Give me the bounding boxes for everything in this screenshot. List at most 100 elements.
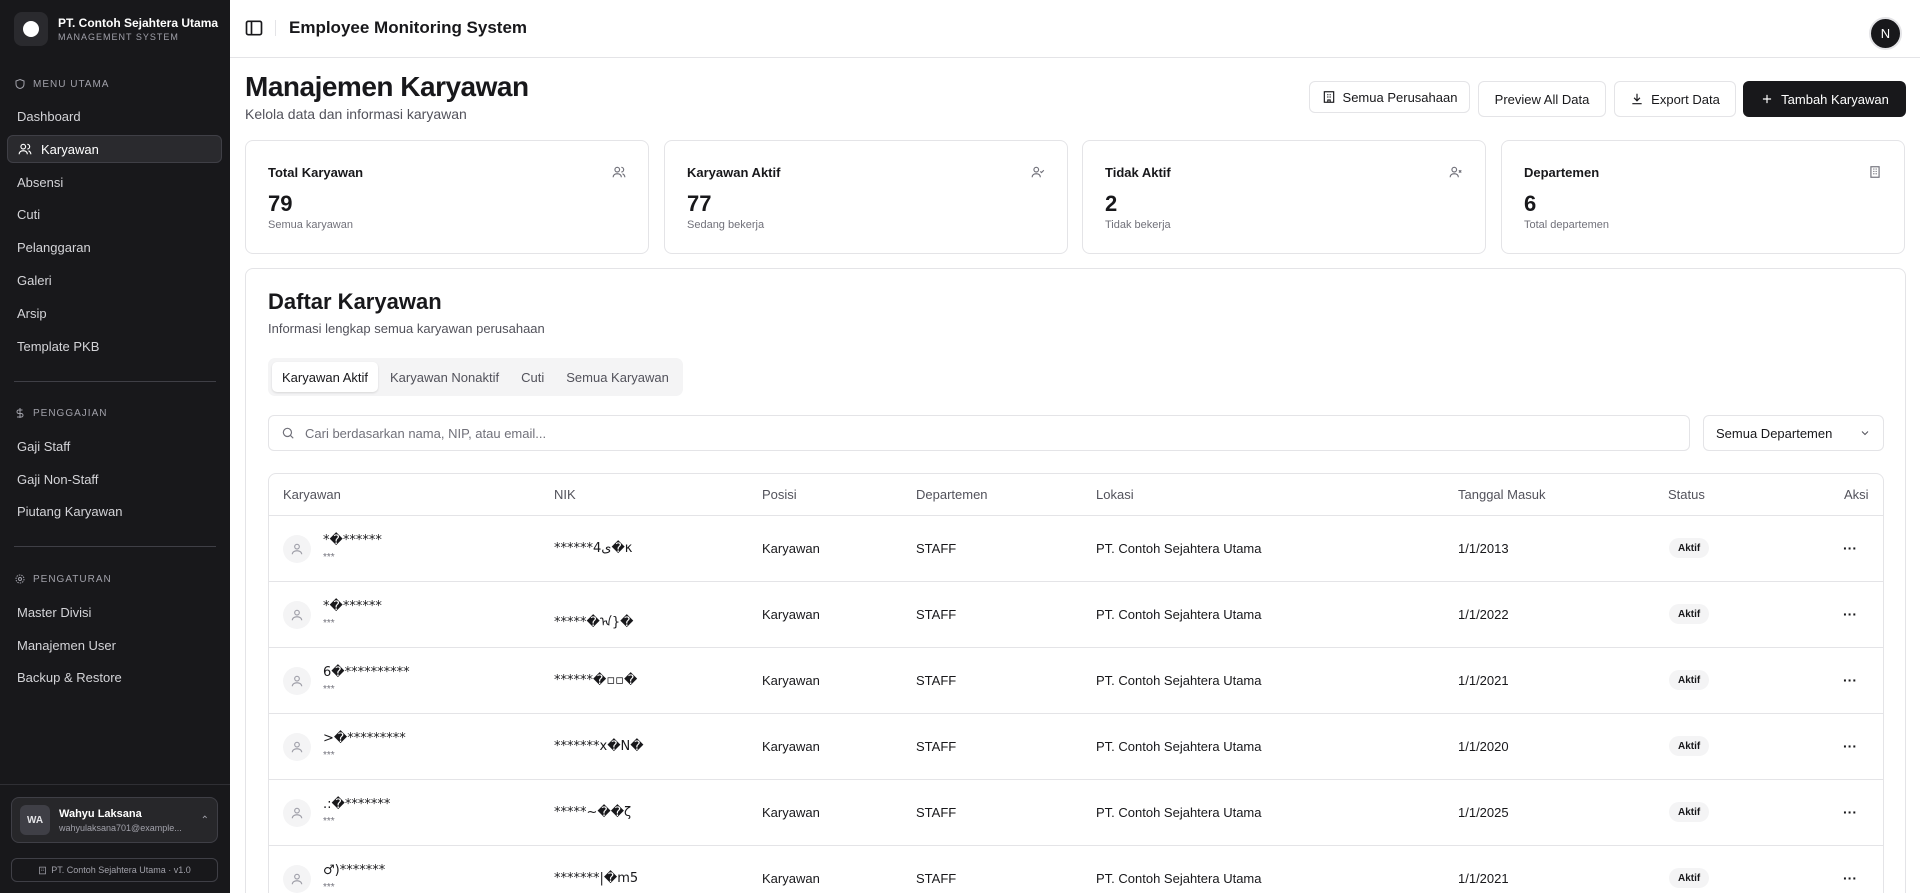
sidebar-item-piutang[interactable]: Piutang Karyawan [7, 497, 222, 525]
employee-position: Karyawan [762, 871, 820, 886]
more-actions-icon[interactable]: ··· [1838, 866, 1862, 890]
tab-nonaktif[interactable]: Karyawan Nonaktif [380, 362, 509, 392]
employee-position: Karyawan [762, 739, 820, 754]
employee-sub: *** [323, 750, 335, 761]
employee-sub: *** [323, 618, 335, 629]
employee-nik: ******4ى�κ [554, 541, 633, 556]
export-data-button[interactable]: Export Data [1614, 81, 1736, 117]
section-title-pengaturan: PENGATURAN [14, 573, 112, 585]
employee-department: STAFF [916, 673, 957, 688]
employee-location: PT. Contoh Sejahtera Utama [1096, 607, 1262, 622]
more-actions-icon[interactable]: ··· [1838, 536, 1862, 560]
stat-card-departments: Departemen 6 Total departemen [1501, 140, 1905, 254]
tab-cuti[interactable]: Cuti [511, 362, 554, 392]
sidebar-item-karyawan[interactable]: Karyawan [7, 135, 222, 163]
status-badge: Aktif [1669, 802, 1710, 822]
table-row[interactable]: >�********* *** *******x�N� Karyawan STA… [269, 714, 1883, 780]
table-row[interactable]: ♂)******* *** *******|�m5 Karyawan STAFF… [269, 846, 1883, 893]
table-row[interactable]: 6�********** *** ******�▫▫� Karyawan STA… [269, 648, 1883, 714]
brand[interactable]: PT. Contoh Sejahtera Utama MANAGEMENT SY… [14, 12, 218, 46]
building-icon [39, 866, 47, 874]
building-icon [1323, 91, 1334, 103]
users-icon [18, 143, 32, 155]
more-actions-icon[interactable]: ··· [1838, 800, 1862, 824]
employee-location: PT. Contoh Sejahtera Utama [1096, 871, 1262, 886]
user-avatar-icon [283, 601, 311, 629]
more-actions-icon[interactable]: ··· [1838, 734, 1862, 758]
stat-card-inactive: Tidak Aktif 2 Tidak bekerja [1082, 140, 1486, 254]
sidebar: PT. Contoh Sejahtera Utama MANAGEMENT SY… [0, 0, 230, 893]
employee-name: ♂)******* [323, 863, 386, 878]
sidebar-item-arsip[interactable]: Arsip [7, 299, 222, 327]
sidebar-item-master-divisi[interactable]: Master Divisi [7, 598, 222, 626]
employee-location: PT. Contoh Sejahtera Utama [1096, 739, 1262, 754]
employee-name: *�****** [323, 599, 382, 614]
employee-location: PT. Contoh Sejahtera Utama [1096, 541, 1262, 556]
employee-table: Karyawan NIK Posisi Departemen Lokasi Ta… [268, 473, 1884, 893]
user-x-icon [1449, 166, 1462, 178]
sidebar-item-galeri[interactable]: Galeri [7, 266, 222, 294]
employee-start-date: 1/1/2013 [1458, 541, 1509, 556]
employee-location: PT. Contoh Sejahtera Utama [1096, 805, 1262, 820]
download-icon [1632, 93, 1642, 105]
employee-nik: *******|�m5 [554, 871, 639, 886]
sidebar-item-template-pkb[interactable]: Template PKB [7, 332, 222, 360]
user-menu[interactable]: WA Wahyu Laksana wahyulaksana701@example… [11, 797, 218, 843]
brand-name: PT. Contoh Sejahtera Utama [58, 15, 219, 30]
sidebar-item-pelanggaran[interactable]: Pelanggaran [7, 233, 222, 261]
user-avatar-icon [283, 733, 311, 761]
list-title: Daftar Karyawan [268, 289, 442, 314]
employee-list-card: Daftar Karyawan Informasi lengkap semua … [245, 268, 1906, 893]
table-row[interactable]: *�****** *** ******4ى�κ Karyawan STAFF P… [269, 516, 1883, 582]
column-header: Status [1668, 487, 1705, 502]
tab-aktif[interactable]: Karyawan Aktif [272, 362, 378, 392]
employee-sub: *** [323, 552, 335, 563]
shield-icon [15, 78, 25, 90]
user-avatar: WA [20, 805, 50, 835]
stat-card-active: Karyawan Aktif 77 Sedang bekerja [664, 140, 1068, 254]
user-avatar-icon [283, 799, 311, 827]
sidebar-item-gaji-non-staff[interactable]: Gaji Non-Staff [7, 465, 222, 493]
employee-sub: *** [323, 882, 335, 893]
sidebar-toggle-icon[interactable] [244, 18, 264, 38]
stat-value: 77 [687, 191, 712, 216]
header-separator [275, 20, 276, 36]
company-filter-button[interactable]: Semua Perusahaan [1309, 81, 1470, 113]
sidebar-item-absensi[interactable]: Absensi [7, 168, 222, 196]
tab-semua[interactable]: Semua Karyawan [556, 362, 679, 392]
employee-sub: *** [323, 684, 335, 695]
table-row[interactable]: .:�******* *** *****~��ζ Karyawan STAFF … [269, 780, 1883, 846]
avatar[interactable]: N [1869, 17, 1902, 50]
sidebar-item-manajemen-user[interactable]: Manajemen User [7, 631, 222, 659]
table-header: Karyawan NIK Posisi Departemen Lokasi Ta… [269, 474, 1883, 516]
department-select[interactable]: Semua Departemen [1703, 415, 1884, 451]
search-box [268, 415, 1690, 451]
sidebar-item-label: Karyawan [41, 141, 99, 157]
stat-value: 2 [1105, 191, 1118, 216]
employee-nik: *****~��ζ [554, 805, 632, 820]
brand-subtitle: MANAGEMENT SYSTEM [58, 31, 179, 42]
stat-value: 79 [268, 191, 293, 216]
sidebar-item-dashboard[interactable]: Dashboard [7, 102, 222, 130]
table-row[interactable]: *�****** *** *****�ᠠ}� Karyawan STAFF PT… [269, 582, 1883, 648]
more-actions-icon[interactable]: ··· [1838, 602, 1862, 626]
user-email: wahyulaksana701@example... [59, 822, 182, 833]
plus-icon [1763, 94, 1772, 104]
user-check-icon [1031, 166, 1045, 178]
employee-nik: *****�ᠠ}� [554, 615, 634, 630]
user-avatar-icon [283, 535, 311, 563]
sidebar-item-backup[interactable]: Backup & Restore [7, 663, 222, 691]
sidebar-item-cuti[interactable]: Cuti [7, 200, 222, 228]
employee-department: STAFF [916, 739, 957, 754]
employee-start-date: 1/1/2020 [1458, 739, 1509, 754]
status-badge: Aktif [1669, 538, 1710, 558]
sidebar-divider [14, 546, 216, 547]
sidebar-divider [14, 381, 216, 382]
employee-department: STAFF [916, 805, 957, 820]
preview-all-button[interactable]: Preview All Data [1478, 81, 1606, 117]
more-actions-icon[interactable]: ··· [1838, 668, 1862, 692]
sidebar-item-gaji-staff[interactable]: Gaji Staff [7, 432, 222, 460]
add-employee-button[interactable]: Tambah Karyawan [1743, 81, 1906, 117]
search-input[interactable] [305, 425, 1665, 441]
section-title-penggajian: PENGGAJIAN [14, 407, 107, 419]
